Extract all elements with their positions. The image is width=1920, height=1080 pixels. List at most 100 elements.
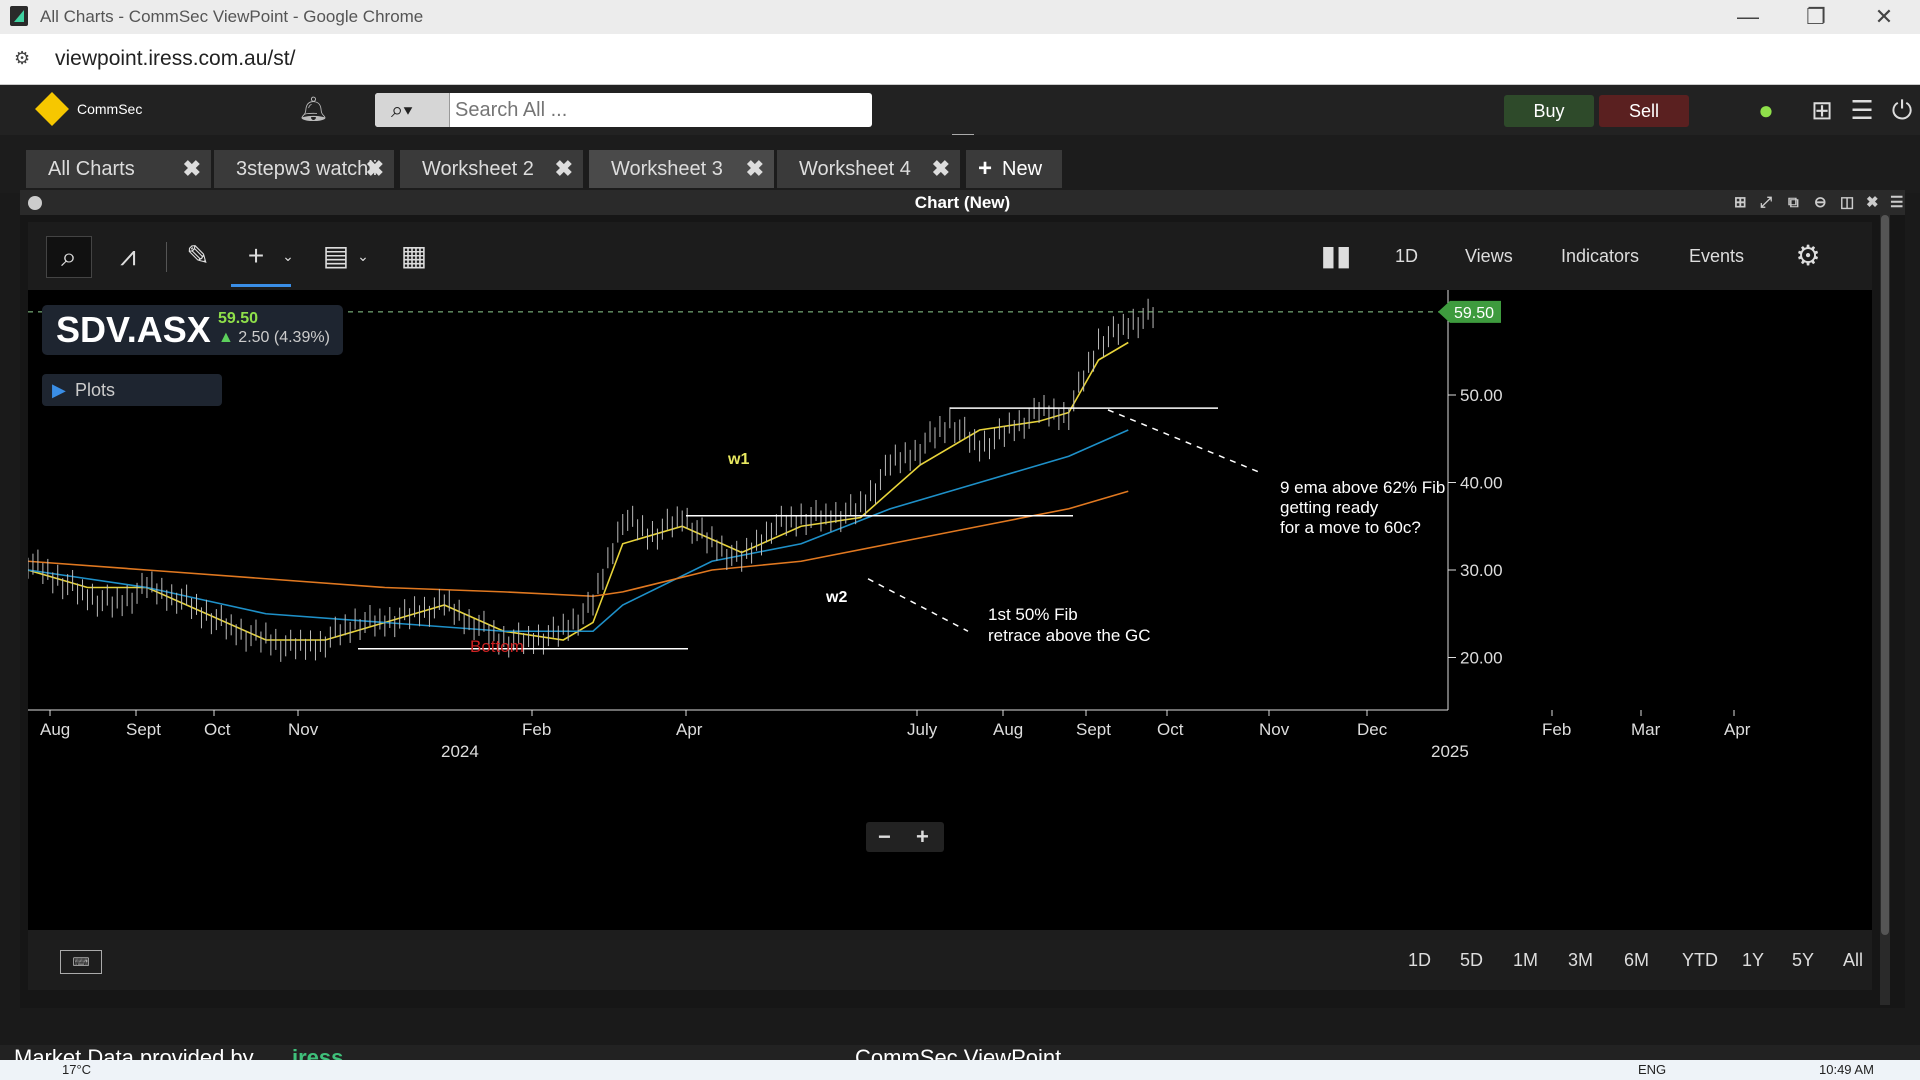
menu-icon[interactable]: ☰: [1847, 95, 1877, 125]
split-icon[interactable]: ◫: [1840, 190, 1854, 215]
chart-window-titlebar: Chart (New) ⊞ ⤢ ⧉ ⊖ ◫ ✖ ☰: [20, 190, 1905, 215]
scrollbar-thumb[interactable]: [1881, 215, 1889, 935]
lightbulb-icon[interactable]: ●: [1751, 95, 1781, 125]
tab-worksheet-4[interactable]: Worksheet 4 ✖: [777, 150, 960, 188]
annotation-text: w2: [825, 589, 847, 606]
site-settings-icon[interactable]: ⚙: [14, 48, 36, 70]
dashed-pointer-line: [867, 578, 969, 632]
plus-icon: +: [978, 155, 993, 182]
zoom-out-icon[interactable]: −: [878, 824, 891, 850]
range-button-3m[interactable]: 3M: [1568, 950, 1593, 971]
bell-icon[interactable]: 🔔︎: [298, 95, 328, 125]
weather-temp: 17°C: [62, 1062, 92, 1077]
range-button-1y[interactable]: 1Y: [1742, 950, 1764, 971]
search-input[interactable]: [453, 96, 857, 124]
close-tab-icon[interactable]: ✖: [366, 150, 384, 188]
search-icon: ⌕▾: [391, 97, 413, 122]
range-button-ytd[interactable]: YTD: [1682, 950, 1718, 971]
annotation-text: for a move to 60c?: [1280, 518, 1421, 537]
candlestick-type-icon[interactable]: ▮▮: [1316, 236, 1356, 276]
annotation-text: 9 ema above 62% Fib: [1280, 478, 1445, 497]
close-tab-icon[interactable]: ✖: [746, 150, 764, 188]
tab-3stepw3-watchlist[interactable]: 3stepw3 watchli ✖: [214, 150, 394, 188]
chart-toolbar: ⌕ ⩘ ✎ + ⌄ ▤ ⌄ ▦ ▮▮ 1D Views Indicators E…: [28, 222, 1872, 290]
settings-gear-icon[interactable]: ⚙: [1788, 236, 1828, 276]
x-tick-label: Feb: [522, 720, 551, 739]
range-button-1m[interactable]: 1M: [1513, 950, 1538, 971]
tab-label: Worksheet 3: [611, 158, 723, 180]
tab-worksheet-2[interactable]: Worksheet 2 ✖: [400, 150, 583, 188]
tab-worksheet-3[interactable]: Worksheet 3 ✖: [589, 150, 774, 188]
popout-icon[interactable]: ⧉: [1788, 190, 1799, 215]
x-tick-label: Oct: [1157, 720, 1184, 739]
vertical-scrollbar[interactable]: [1880, 215, 1890, 1005]
year-label: 2025: [1431, 742, 1469, 761]
plots-toggle[interactable]: ▶ Plots: [42, 374, 222, 406]
search-box: ⌕▾: [375, 93, 872, 127]
close-tab-icon[interactable]: ✖: [555, 150, 573, 188]
url-text[interactable]: viewpoint.iress.com.au/st/: [55, 47, 295, 71]
tab-label: All Charts: [48, 158, 135, 180]
series-line-blue-ma: [28, 429, 1129, 633]
chart-window-title: Chart (New): [914, 193, 1011, 212]
keyboard-icon[interactable]: ⌨: [60, 950, 102, 974]
restore-icon[interactable]: ❐: [1796, 2, 1836, 32]
ticker-change-value: 2.50 (4.39%): [238, 329, 330, 346]
range-button-all[interactable]: All: [1843, 950, 1863, 971]
search-icon[interactable]: ⌕: [46, 236, 92, 278]
minimize-icon[interactable]: —: [1728, 2, 1768, 32]
language-indicator[interactable]: ENG: [1638, 1062, 1666, 1077]
interval-dropdown[interactable]: 1D: [1395, 246, 1418, 267]
y-tick-label: 40.00: [1460, 474, 1503, 493]
views-dropdown[interactable]: Views: [1465, 246, 1513, 267]
annotation-text: Bottom: [470, 637, 524, 656]
power-icon[interactable]: ⏻: [1887, 95, 1917, 125]
close-tab-icon[interactable]: ✖: [932, 150, 950, 188]
x-tick-label: Apr: [1724, 720, 1751, 739]
commsec-logo-icon: [35, 92, 69, 126]
range-button-5d[interactable]: 5D: [1460, 950, 1483, 971]
search-type-button[interactable]: ⌕▾: [375, 93, 450, 127]
new-tab-button[interactable]: + New: [966, 150, 1062, 188]
ticker-change: ▲ 2.50 (4.39%): [218, 329, 330, 347]
x-tick-label: Oct: [204, 720, 231, 739]
indicators-dropdown[interactable]: Indicators: [1561, 246, 1639, 267]
table-icon[interactable]: ▦: [394, 236, 434, 276]
tab-all-charts[interactable]: All Charts ✖: [26, 150, 211, 188]
range-button-5y[interactable]: 5Y: [1792, 950, 1814, 971]
price-chart-svg[interactable]: w1 w2 Bottom 1st 50% Fib retrace above the G…: [28, 290, 1872, 930]
range-button-6m[interactable]: 6M: [1624, 950, 1649, 971]
chevron-down-icon[interactable]: ⌄: [343, 236, 383, 276]
os-taskbar: 17°C ENG 10:49 AM: [0, 1060, 1920, 1080]
chart-canvas[interactable]: w1 w2 Bottom 1st 50% Fib retrace above the G…: [28, 290, 1872, 930]
add-study-icon[interactable]: ⩘: [108, 236, 148, 276]
expand-icon[interactable]: ⤢: [1760, 190, 1772, 215]
plots-label: Plots: [75, 380, 116, 400]
add-icon[interactable]: ⊞: [1807, 95, 1837, 125]
minimize-panel-icon[interactable]: ⊖: [1814, 190, 1827, 215]
draw-pencil-icon[interactable]: ✎: [178, 236, 218, 276]
chevron-down-icon[interactable]: ⌄: [268, 236, 308, 276]
x-tick-label: Sept: [126, 720, 161, 739]
dashed-pointer-line: [1107, 409, 1264, 475]
add-panel-icon[interactable]: ⊞: [1734, 190, 1747, 215]
x-tick-label: Aug: [40, 720, 70, 739]
x-tick-label: Mar: [1631, 720, 1661, 739]
x-tick-label: Nov: [288, 720, 319, 739]
close-tab-icon[interactable]: ✖: [183, 150, 201, 188]
range-button-1d[interactable]: 1D: [1408, 950, 1431, 971]
zoom-in-icon[interactable]: +: [916, 824, 929, 850]
close-panel-icon[interactable]: ✖: [1866, 190, 1879, 215]
close-window-icon[interactable]: ✕: [1864, 2, 1904, 32]
tab-label: 3stepw3 watchli: [236, 158, 378, 180]
events-dropdown[interactable]: Events: [1689, 246, 1744, 267]
buy-button[interactable]: Buy: [1504, 95, 1594, 127]
annotation-text: 1st 50% Fib: [988, 605, 1078, 624]
panel-menu-icon[interactable]: ☰: [1890, 190, 1903, 215]
app-header: CommSec 🔔︎ ⌕▾ Buy Sell ● ⊞ ☰ ⏻: [0, 85, 1920, 141]
annotation-text: w1: [727, 451, 749, 468]
triangle-right-icon: ▶: [52, 380, 66, 400]
sell-button[interactable]: Sell: [1599, 95, 1689, 127]
x-tick-label: July: [907, 720, 938, 739]
x-tick-label: Aug: [993, 720, 1023, 739]
